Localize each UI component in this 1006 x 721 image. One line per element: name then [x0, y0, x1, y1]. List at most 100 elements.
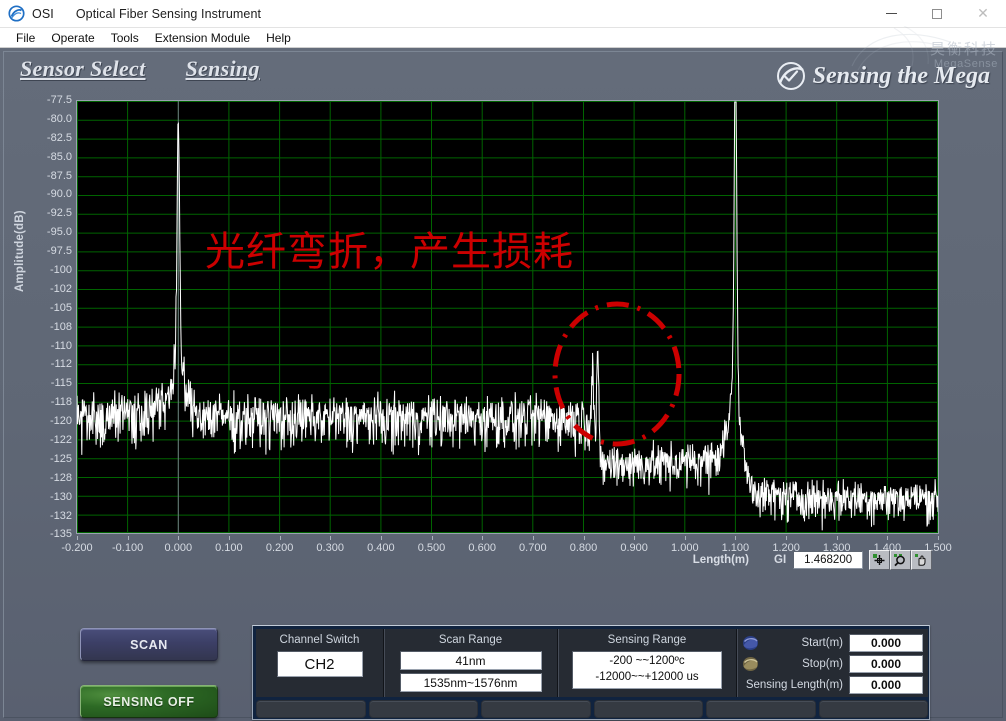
plot-area[interactable]: 光纤弯折，产生损耗 — [76, 100, 939, 534]
x-tick-label: 0.600 — [468, 542, 496, 554]
hand-icon — [914, 553, 929, 567]
y-tick-label: -112 — [24, 358, 72, 370]
close-button[interactable]: ✕ — [960, 0, 1006, 28]
sensing-length-value: 0.000 — [849, 676, 923, 694]
x-tick-label: -0.100 — [112, 542, 143, 554]
y-tick-label: -100 — [24, 264, 72, 276]
menu-item-tools[interactable]: Tools — [103, 30, 147, 46]
maximize-button[interactable] — [914, 0, 960, 28]
link-sensing[interactable]: Sensing — [186, 56, 260, 82]
header-links: Sensor Select Sensing — [20, 56, 260, 82]
y-tick-label: -102 — [24, 283, 72, 295]
crosshair-icon — [872, 553, 887, 567]
x-tick-label: 0.700 — [519, 542, 547, 554]
strip-button-6[interactable] — [819, 700, 929, 718]
x-tick-mark — [128, 536, 129, 540]
menu-bar: File Operate Tools Extension Module Help — [0, 28, 1006, 48]
y-tick-label: -95.0 — [24, 226, 72, 238]
gi-value-field[interactable]: 1.468200 — [793, 551, 863, 569]
sensing-range-value: -200 ~~1200ºc -12000~~+12000 us — [572, 651, 722, 689]
y-tick-label: -90.0 — [24, 188, 72, 200]
graph-palette — [869, 550, 932, 570]
y-tick-label: -130 — [24, 491, 72, 503]
strip-button-2[interactable] — [369, 700, 479, 718]
x-tick-mark — [584, 536, 585, 540]
window-app-abbrev: OSI — [32, 7, 54, 21]
x-tick-mark — [432, 536, 433, 540]
menu-item-operate[interactable]: Operate — [43, 30, 102, 46]
x-tick-label: -0.200 — [61, 542, 92, 554]
y-axis-ticks: -77.5 -80.0 -82.5 -85.0 -87.5 -90.0 -92.… — [24, 92, 72, 526]
gi-row: GI 1.468200 — [774, 550, 932, 570]
strip-button-5[interactable] — [706, 700, 816, 718]
x-tick-label: 0.500 — [418, 542, 446, 554]
scan-range-label: Scan Range — [439, 634, 502, 646]
sensing-range-group: Sensing Range -200 ~~1200ºc -12000~~+120… — [558, 629, 737, 697]
zoom-tool-button[interactable] — [890, 550, 911, 570]
y-tick-label: -85.0 — [24, 151, 72, 163]
gi-label: GI — [774, 554, 786, 566]
x-tick-label: 1.100 — [722, 542, 750, 554]
sensing-length-label: Sensing Length(m) — [742, 679, 849, 691]
x-tick-label: 0.900 — [620, 542, 648, 554]
menu-item-file[interactable]: File — [8, 30, 43, 46]
grid-vertical — [78, 101, 938, 533]
graph-container: Amplitude(dB) -77.5 -80.0 -82.5 -85.0 -8… — [14, 92, 990, 592]
start-marker-value[interactable]: 0.000 — [849, 634, 923, 652]
y-tick-label: -108 — [24, 321, 72, 333]
y-tick-label: -120 — [24, 415, 72, 427]
parameter-tab-group: Channel Switch CH2 Scan Range 41nm 1535n… — [252, 625, 930, 720]
x-tick-label: 0.100 — [215, 542, 243, 554]
close-icon: ✕ — [977, 7, 989, 21]
grid-horizontal — [77, 102, 938, 533]
link-sensor-select[interactable]: Sensor Select — [20, 56, 146, 82]
x-tick-label: 0.300 — [316, 542, 344, 554]
y-tick-label: -77.5 — [24, 94, 72, 106]
strip-button-4[interactable] — [594, 700, 704, 718]
minimize-button[interactable] — [868, 0, 914, 28]
strip-button-3[interactable] — [481, 700, 591, 718]
start-marker-label: Start(m) — [763, 637, 849, 649]
x-tick-mark — [533, 536, 534, 540]
parameter-tab-page: Channel Switch CH2 Scan Range 41nm 1535n… — [256, 629, 928, 697]
x-tick-mark — [786, 536, 787, 540]
x-tick-mark — [685, 536, 686, 540]
blue-cursor-knob-icon[interactable] — [742, 635, 759, 651]
plot-svg — [77, 101, 938, 533]
stop-marker-value[interactable]: 0.000 — [849, 655, 923, 673]
osi-swirl-icon — [8, 5, 25, 22]
x-tick-label: 0.400 — [367, 542, 395, 554]
y-tick-label: -132 — [24, 510, 72, 522]
signal-trace — [77, 102, 938, 530]
x-tick-mark — [482, 536, 483, 540]
sensing-range-temperature: -200 ~~1200ºc — [609, 654, 684, 670]
x-tick-mark — [77, 536, 78, 540]
brand-text: Sensing the Mega — [813, 63, 990, 90]
sensing-range-strain: -12000~~+12000 us — [595, 670, 698, 686]
menu-item-extension-module[interactable]: Extension Module — [147, 30, 258, 46]
scan-range-span-value: 41nm — [400, 651, 542, 670]
sensing-range-label: Sensing Range — [608, 634, 687, 646]
sensing-length-row: Sensing Length(m) 0.000 — [737, 675, 928, 694]
y-tick-label: -135 — [24, 528, 72, 540]
start-marker-row: Start(m) 0.000 — [737, 633, 928, 652]
stop-marker-row: Stop(m) 0.000 — [737, 654, 928, 673]
channel-switch-value[interactable]: CH2 — [277, 651, 363, 677]
x-tick-mark — [229, 536, 230, 540]
tan-cursor-knob-icon[interactable] — [742, 656, 759, 672]
scan-button[interactable]: SCAN — [80, 628, 218, 661]
strip-button-1[interactable] — [256, 700, 366, 718]
cursor-tool-button[interactable] — [869, 550, 890, 570]
main-panel: 昊衡科技 MegaSense Sensor Select Sensing Sen… — [0, 48, 1006, 721]
maximize-icon — [932, 9, 942, 19]
sensing-toggle-button[interactable]: SENSING OFF — [80, 685, 218, 718]
y-tick-label: -97.5 — [24, 245, 72, 257]
y-tick-label: -110 — [24, 340, 72, 352]
x-tick-label: 0.200 — [266, 542, 294, 554]
marker-group: Start(m) 0.000 Stop(m) — [737, 629, 928, 697]
y-tick-label: -115 — [24, 377, 72, 389]
menu-item-help[interactable]: Help — [258, 30, 299, 46]
y-tick-label: -118 — [24, 396, 72, 408]
x-tick-mark — [634, 536, 635, 540]
pan-tool-button[interactable] — [911, 550, 932, 570]
